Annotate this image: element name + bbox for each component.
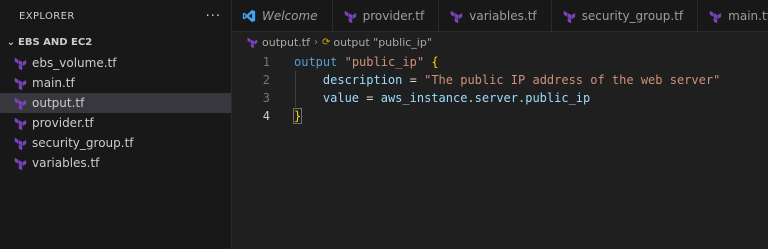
tab-provider[interactable]: provider.tf bbox=[333, 0, 440, 31]
terraform-icon bbox=[14, 77, 27, 90]
operator-token: = bbox=[366, 91, 374, 105]
explorer-sidebar: EXPLORER ··· ⌄ EBS AND EC2 ebs_volume.tf… bbox=[0, 0, 232, 249]
file-item-variables[interactable]: variables.tf bbox=[0, 153, 231, 173]
tab-label: variables.tf bbox=[469, 8, 537, 23]
file-label: output.tf bbox=[32, 96, 85, 110]
line-number: 2 bbox=[262, 73, 270, 87]
explorer-title: EXPLORER bbox=[19, 10, 75, 22]
terraform-icon bbox=[14, 157, 27, 170]
string-token: "The public IP address of the web server… bbox=[424, 73, 721, 87]
brace-token: { bbox=[431, 55, 439, 69]
line-text: output "public_ip" { bbox=[270, 55, 439, 69]
file-item-security-group[interactable]: security_group.tf bbox=[0, 133, 231, 153]
breadcrumb-file[interactable]: output.tf bbox=[262, 36, 310, 49]
line-number: 4 bbox=[262, 109, 270, 123]
line-number: 3 bbox=[262, 91, 270, 105]
tab-label: main.tf bbox=[728, 8, 768, 23]
code-line[interactable]: 4 } bbox=[232, 107, 768, 125]
file-label: security_group.tf bbox=[32, 136, 134, 150]
string-token: "public_ip" bbox=[344, 55, 425, 69]
line-number: 1 bbox=[262, 55, 270, 69]
terraform-icon bbox=[344, 10, 356, 23]
line-text: } bbox=[270, 108, 303, 124]
terraform-icon bbox=[14, 97, 27, 110]
tab-variables[interactable]: variables.tf bbox=[439, 0, 552, 31]
line-text: description = "The public IP address of … bbox=[270, 73, 720, 87]
brace-token: } bbox=[292, 108, 303, 124]
folder-label: EBS AND EC2 bbox=[18, 36, 93, 48]
tab-security-group[interactable]: security_group.tf bbox=[552, 0, 699, 31]
line-text: value = aws_instance.server.public_ip bbox=[270, 91, 590, 105]
tab-bar: Welcome provider.tf variables.tf securit… bbox=[232, 0, 768, 32]
code-editor[interactable]: 1 output "public_ip" { 2 description = "… bbox=[232, 53, 768, 125]
terraform-icon bbox=[14, 137, 27, 150]
symbol-icon: ⟳ bbox=[321, 36, 331, 48]
operator-token: = bbox=[409, 73, 417, 87]
file-item-main[interactable]: main.tf bbox=[0, 73, 231, 93]
file-label: main.tf bbox=[32, 76, 75, 90]
terraform-icon bbox=[14, 57, 27, 70]
chevron-down-icon: ⌄ bbox=[6, 36, 16, 48]
attribute-token: description bbox=[322, 73, 403, 87]
file-label: ebs_volume.tf bbox=[32, 56, 117, 70]
file-item-ebs-volume[interactable]: ebs_volume.tf bbox=[0, 53, 231, 73]
terraform-icon bbox=[563, 10, 575, 23]
terraform-icon bbox=[14, 117, 27, 130]
code-line[interactable]: 2 description = "The public IP address o… bbox=[232, 71, 768, 89]
vscode-window: EXPLORER ··· ⌄ EBS AND EC2 ebs_volume.tf… bbox=[0, 0, 768, 249]
terraform-icon bbox=[709, 10, 722, 23]
editor-area: Welcome provider.tf variables.tf securit… bbox=[232, 0, 768, 249]
tab-main[interactable]: main.tf bbox=[698, 0, 768, 31]
breadcrumb: output.tf › ⟳ output "public_ip" bbox=[232, 33, 768, 51]
chevron-right-icon: › bbox=[313, 36, 318, 48]
code-line[interactable]: 3 value = aws_instance.server.public_ip bbox=[232, 89, 768, 107]
vscode-icon bbox=[242, 9, 256, 22]
file-list: ebs_volume.tf main.tf output.tf provider… bbox=[0, 53, 231, 173]
folder-ebs-and-ec2[interactable]: ⌄ EBS AND EC2 bbox=[0, 33, 231, 51]
tab-label: provider.tf bbox=[362, 8, 425, 23]
file-label: provider.tf bbox=[32, 116, 94, 130]
code-line[interactable]: 1 output "public_ip" { bbox=[232, 53, 768, 71]
terraform-icon bbox=[450, 10, 463, 23]
tab-welcome[interactable]: Welcome bbox=[232, 0, 333, 31]
file-label: variables.tf bbox=[32, 156, 100, 170]
file-item-output[interactable]: output.tf bbox=[0, 93, 231, 113]
keyword-token: output bbox=[294, 55, 338, 69]
tab-label: Welcome bbox=[262, 8, 318, 23]
explorer-header: EXPLORER ··· bbox=[0, 0, 231, 32]
terraform-icon bbox=[247, 37, 258, 48]
attribute-token: value bbox=[322, 91, 360, 105]
reference-token: aws_instance.server.public_ip bbox=[380, 91, 591, 105]
breadcrumb-symbol[interactable]: output "public_ip" bbox=[333, 36, 432, 49]
tab-label: security_group.tf bbox=[581, 8, 684, 23]
file-item-provider[interactable]: provider.tf bbox=[0, 113, 231, 133]
more-actions-button[interactable]: ··· bbox=[206, 9, 221, 24]
